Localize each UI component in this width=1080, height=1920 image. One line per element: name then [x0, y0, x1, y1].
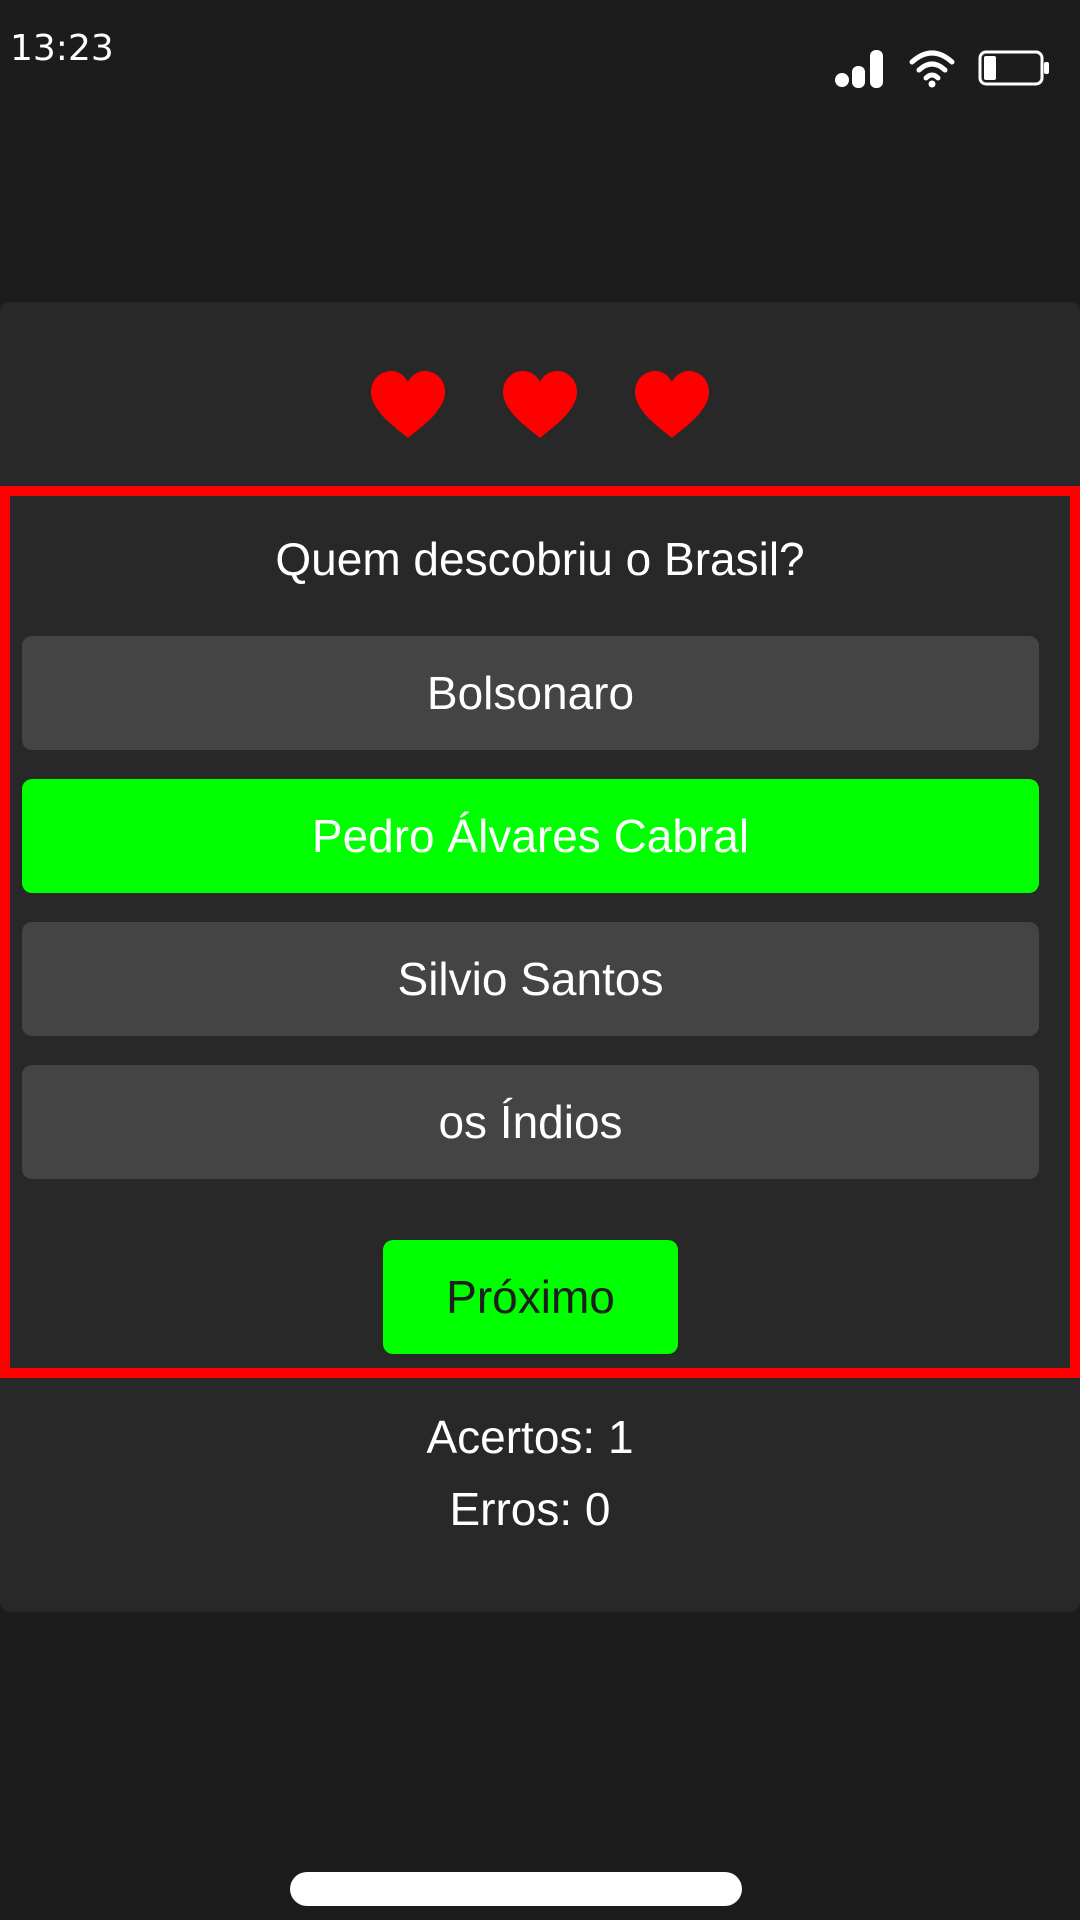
next-button[interactable]: Próximo: [383, 1240, 678, 1354]
heart-icon: [635, 371, 709, 438]
answer-option-label: Silvio Santos: [397, 953, 664, 1005]
answer-option-4[interactable]: os Índios: [22, 1065, 1039, 1179]
status-icons: [834, 48, 1050, 88]
answer-option-1[interactable]: Bolsonaro: [22, 636, 1039, 750]
heart-icon: [503, 371, 577, 438]
signal-icon: [835, 50, 883, 88]
lives-indicator: [0, 370, 1080, 440]
answer-option-label: Bolsonaro: [426, 667, 635, 719]
answer-option-label: Pedro Álvares Cabral: [311, 810, 750, 862]
answer-option-label: os Índios: [438, 1096, 623, 1148]
battery-icon: [978, 50, 1049, 86]
answer-option-2-correct[interactable]: Pedro Álvares Cabral: [22, 779, 1039, 893]
wifi-icon: [909, 50, 955, 88]
question-text: Quem descobriu o Brasil?: [275, 533, 805, 585]
correct-count: Acertos: 1: [426, 1411, 634, 1463]
status-time: 13:23: [10, 28, 114, 69]
question-panel: Quem descobriu o Brasil? Bolsonaro Pedro…: [0, 486, 1080, 1378]
home-indicator[interactable]: [290, 1872, 742, 1906]
answer-option-3[interactable]: Silvio Santos: [22, 922, 1039, 1036]
heart-icon: [371, 371, 445, 438]
next-button-label: Próximo: [446, 1271, 615, 1323]
status-bar: 13:23: [0, 0, 1080, 110]
error-count: Erros: 0: [449, 1483, 611, 1535]
